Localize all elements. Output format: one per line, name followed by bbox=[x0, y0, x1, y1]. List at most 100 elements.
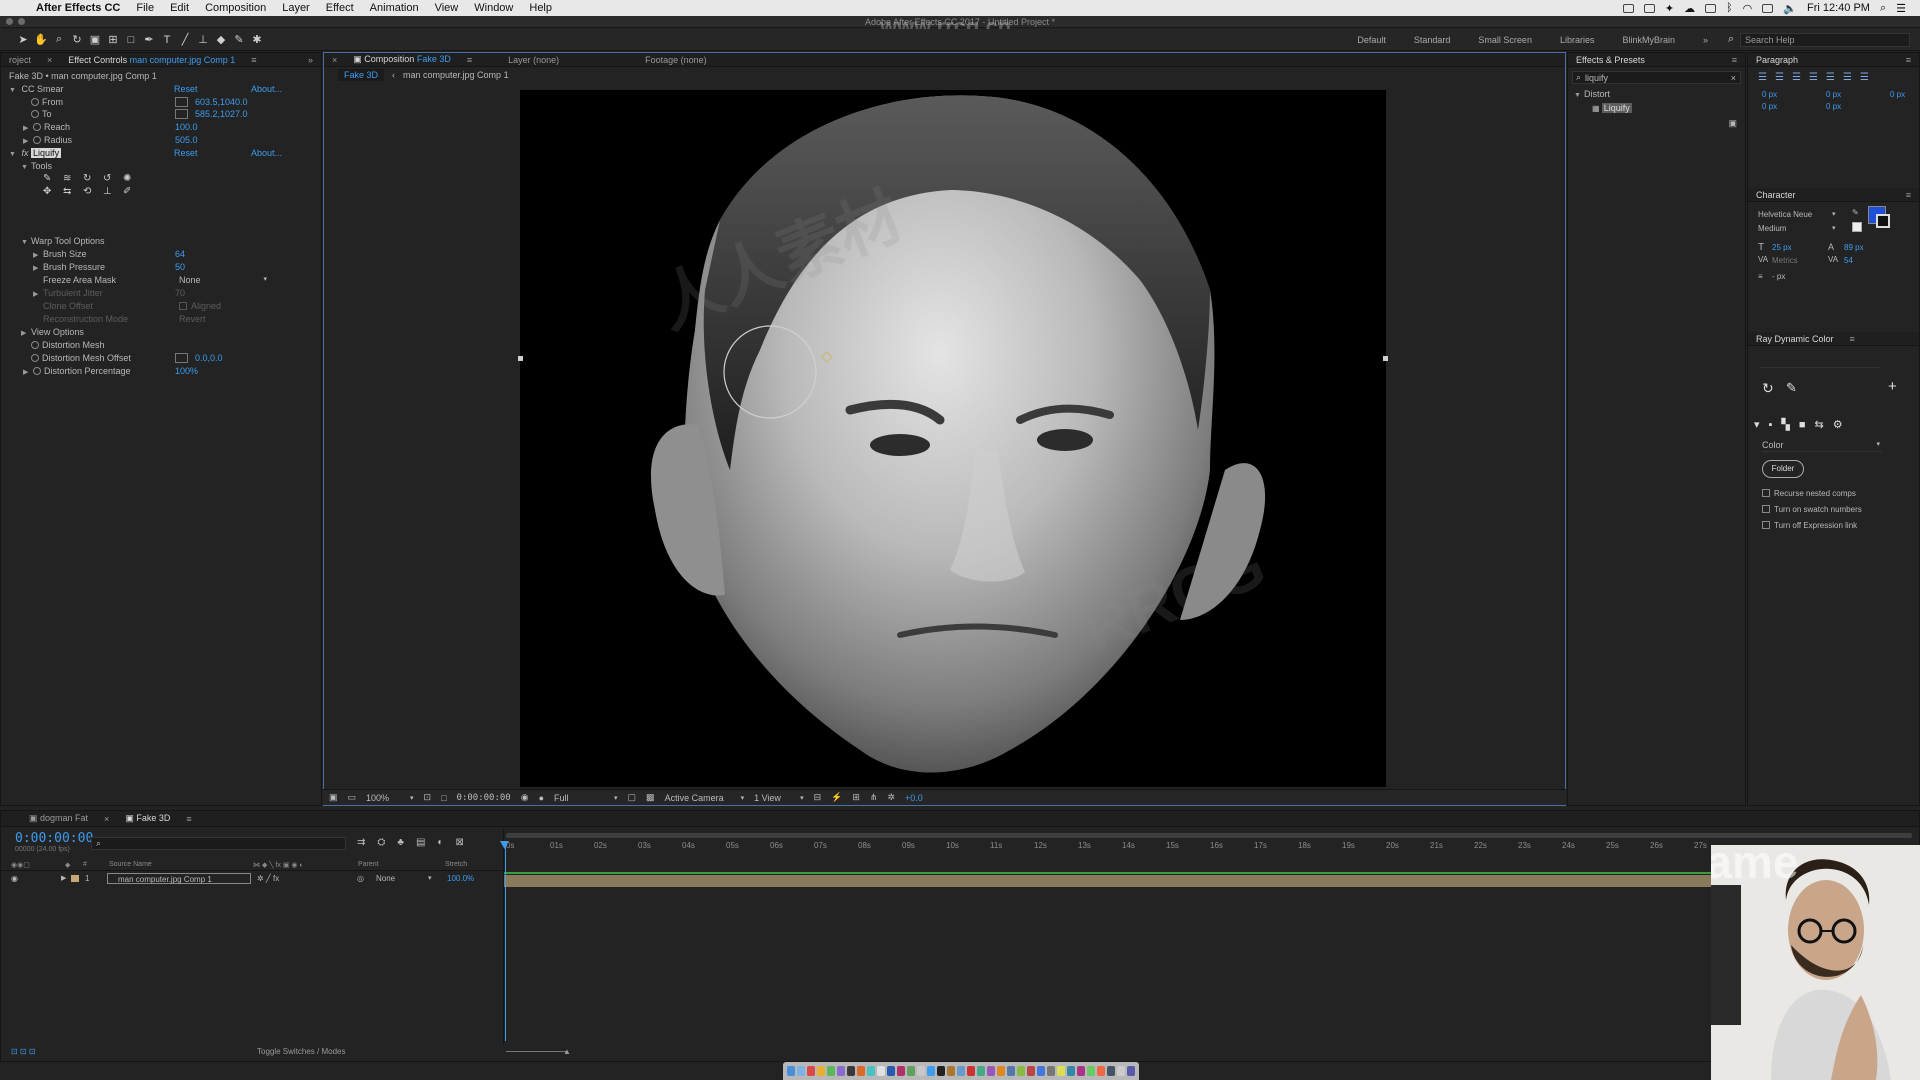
point-crosshair-icon[interactable] bbox=[175, 353, 188, 363]
resolution-dropdown[interactable]: Full bbox=[554, 793, 604, 803]
dock-app-icon[interactable] bbox=[1057, 1066, 1065, 1076]
dock-app-icon[interactable] bbox=[947, 1066, 955, 1076]
justify-center-icon[interactable]: ☰ bbox=[1826, 72, 1835, 83]
graph-editor-icon[interactable]: ⊠ bbox=[455, 837, 463, 848]
safe-zones-icon[interactable]: ⊡ bbox=[424, 792, 432, 803]
minimize-dot-icon[interactable] bbox=[18, 18, 25, 25]
dock-app-icon[interactable] bbox=[887, 1066, 895, 1076]
hand-tool-icon[interactable]: ✋ bbox=[32, 31, 50, 49]
screen-record-icon[interactable] bbox=[1622, 3, 1634, 13]
expand-triangle-icon[interactable]: ▶ bbox=[23, 367, 33, 379]
dock-app-icon[interactable] bbox=[817, 1066, 825, 1076]
search-help-input[interactable]: Search Help bbox=[1740, 32, 1910, 47]
expand-triangle-icon[interactable]: ▶ bbox=[61, 873, 66, 884]
dock-app-icon[interactable] bbox=[997, 1066, 1005, 1076]
dock-app-icon[interactable] bbox=[1107, 1066, 1115, 1076]
dock-app-icon[interactable] bbox=[907, 1066, 915, 1076]
warp-tool-icon[interactable]: ✎ bbox=[43, 173, 61, 184]
dock-app-icon[interactable] bbox=[867, 1066, 875, 1076]
tab-footage[interactable]: Footage (none) bbox=[637, 55, 715, 65]
shift-pixels-tool-icon[interactable]: ⇆ bbox=[63, 186, 81, 197]
rotate-tool-icon[interactable]: ↻ bbox=[68, 31, 86, 49]
dropbox-icon[interactable]: ✦ bbox=[1665, 2, 1674, 15]
mask-visibility-icon[interactable]: □ bbox=[441, 793, 446, 803]
indent-right[interactable]: 0 px bbox=[1890, 90, 1905, 99]
panel-menu-icon[interactable]: ≡ bbox=[243, 55, 264, 65]
twirl-ccw-tool-icon[interactable]: ↺ bbox=[103, 173, 121, 184]
exposure-reset-icon[interactable]: ✲ bbox=[887, 792, 895, 803]
menu-extra-icon[interactable] bbox=[1643, 3, 1655, 13]
eyedropper-icon[interactable]: ✎ bbox=[1852, 208, 1859, 217]
time-ruler[interactable]: 0s 01s 02s 03s 04s 05s 06s 07s 08s 09s 10s 11s 12s 13… bbox=[506, 841, 1906, 853]
menu-effect[interactable]: Effect bbox=[318, 2, 362, 14]
stroke-color-swatch[interactable] bbox=[1876, 214, 1890, 228]
region-of-interest-icon[interactable]: ▢ bbox=[628, 792, 637, 803]
parent-dropdown[interactable]: None bbox=[376, 873, 395, 884]
stroke-width-value[interactable]: - px bbox=[1772, 272, 1785, 281]
snapshot-icon[interactable]: ◉ bbox=[521, 792, 529, 803]
column-stretch[interactable]: Stretch bbox=[445, 861, 467, 868]
zoom-in-mountain-icon[interactable]: ▲ bbox=[563, 1047, 571, 1056]
zoom-slider[interactable] bbox=[506, 1051, 566, 1052]
current-time[interactable]: 0:00:00:00 bbox=[457, 793, 511, 803]
camera-dropdown[interactable]: Active Camera bbox=[665, 793, 731, 803]
effects-search-input[interactable]: liquify bbox=[1585, 73, 1608, 83]
workspace-small-screen[interactable]: Small Screen bbox=[1478, 35, 1532, 45]
eraser-tool-icon[interactable]: ◆ bbox=[212, 31, 230, 49]
panel-menu-icon[interactable]: ≡ bbox=[1842, 334, 1863, 344]
bluetooth-icon[interactable]: ᛒ bbox=[1726, 2, 1733, 14]
turbulence-tool-icon[interactable]: ≋ bbox=[63, 173, 81, 184]
monitor-icon[interactable]: ▭ bbox=[348, 792, 357, 803]
work-area-bar[interactable] bbox=[506, 833, 1912, 838]
battery-icon[interactable] bbox=[1762, 3, 1774, 13]
motion-blur-icon[interactable]: ◐ bbox=[437, 837, 443, 848]
recurse-nested-checkbox[interactable]: Recurse nested comps bbox=[1762, 486, 1862, 502]
radius-value[interactable]: 505.0 bbox=[175, 134, 198, 146]
workspace-blinkmybrain[interactable]: BlinkMyBrain bbox=[1622, 35, 1675, 45]
from-value[interactable]: 603.5,1040.0 bbox=[195, 96, 248, 108]
timeline-search-field[interactable]: ⌕ bbox=[91, 837, 346, 850]
effects-search-field[interactable]: ⌕ liquify × bbox=[1572, 71, 1741, 84]
clear-search-icon[interactable]: × bbox=[1731, 73, 1736, 83]
spotlight-icon[interactable]: ⌕ bbox=[1880, 2, 1886, 15]
effect-cc-smear[interactable]: ▼ CC Smear Reset About... bbox=[9, 83, 309, 95]
dock-app-icon[interactable] bbox=[937, 1066, 945, 1076]
dock-app-icon[interactable] bbox=[857, 1066, 865, 1076]
transparency-grid-icon[interactable]: ▩ bbox=[646, 792, 655, 803]
pan-behind-tool-icon[interactable]: ⊞ bbox=[104, 31, 122, 49]
dock-app-icon[interactable] bbox=[1007, 1066, 1015, 1076]
dock-app-icon[interactable] bbox=[1037, 1066, 1045, 1076]
transform-handle-right[interactable] bbox=[1383, 356, 1388, 361]
puppet-pin-tool-icon[interactable]: ✱ bbox=[248, 31, 266, 49]
about-button[interactable]: About... bbox=[251, 147, 282, 159]
brush-tool-icon[interactable]: ╱ bbox=[176, 31, 194, 49]
dock-app-icon[interactable] bbox=[1047, 1066, 1055, 1076]
camera-tool-icon[interactable]: ▣ bbox=[86, 31, 104, 49]
dock-app-icon[interactable] bbox=[1017, 1066, 1025, 1076]
volume-icon[interactable]: 🔈 bbox=[1783, 2, 1797, 15]
close-icon[interactable]: × bbox=[324, 55, 345, 65]
tools-group[interactable]: ▼ Tools bbox=[21, 160, 52, 172]
dock-app-icon[interactable] bbox=[967, 1066, 975, 1076]
current-time-indicator[interactable] bbox=[505, 841, 506, 1041]
reach-value[interactable]: 100.0 bbox=[175, 121, 198, 133]
reflection-tool-icon[interactable]: ⟲ bbox=[83, 186, 101, 197]
new-bin-icon[interactable]: ▣ bbox=[1728, 118, 1737, 129]
distortion-percentage-value[interactable]: 100% bbox=[175, 365, 198, 377]
comp-switches-icons[interactable]: ⊡ ⊡ ⊡ bbox=[11, 1047, 36, 1056]
kerning-value[interactable]: Metrics bbox=[1772, 256, 1798, 265]
menu-file[interactable]: File bbox=[128, 2, 162, 14]
reset-button[interactable]: Reset bbox=[174, 147, 198, 159]
close-icon[interactable]: × bbox=[39, 55, 60, 65]
dock-app-icon[interactable] bbox=[917, 1066, 925, 1076]
fx-badge[interactable]: fx bbox=[22, 148, 29, 158]
tracking-value[interactable]: 54 bbox=[1844, 256, 1853, 265]
expand-triangle-icon[interactable]: ▼ bbox=[21, 162, 31, 174]
about-button[interactable]: About... bbox=[251, 83, 282, 95]
menu-layer[interactable]: Layer bbox=[274, 2, 318, 14]
dock-app-icon[interactable] bbox=[1077, 1066, 1085, 1076]
dock-app-icon[interactable] bbox=[977, 1066, 985, 1076]
menu-composition[interactable]: Composition bbox=[197, 2, 274, 14]
column-source-name[interactable]: Source Name bbox=[109, 861, 152, 868]
composition-canvas[interactable]: 人人素材 RRCG bbox=[520, 90, 1386, 787]
